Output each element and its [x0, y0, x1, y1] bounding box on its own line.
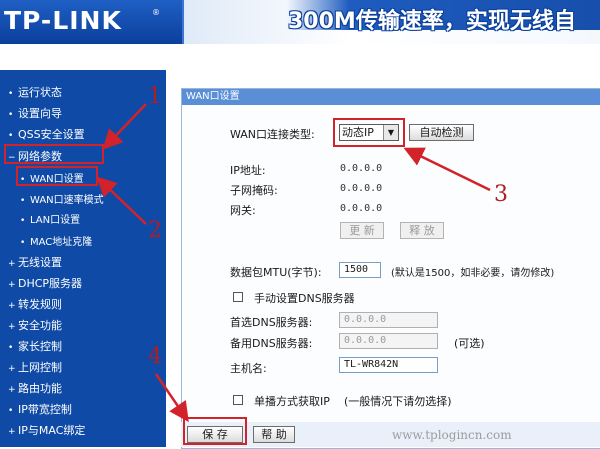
sidebar-item-lan[interactable]: • LAN口设置 [20, 211, 80, 226]
sidebar-item-wireless[interactable]: + 无线设置 [8, 254, 62, 270]
sidebar-item-wizard[interactable]: • 设置向导 [8, 105, 62, 121]
callout-2: 2 [148, 218, 162, 243]
callout-4: 4 [148, 344, 162, 369]
panel-title: WAN口设置 [182, 89, 600, 105]
mask-label: 子网掩码: [230, 184, 278, 197]
unicast-checkbox[interactable] [233, 395, 243, 405]
sidebar-item-security[interactable]: + 安全功能 [8, 317, 62, 333]
mtu-label: 数据包MTU(字节): [230, 266, 322, 279]
slogan-text: 300M传输速率，实现无线自 [288, 9, 576, 34]
primary-dns-label: 首选DNS服务器: [230, 316, 313, 329]
highlight-wan-settings [16, 166, 98, 186]
tp-link-logo: TP-LINK [4, 6, 122, 35]
secondary-dns-label: 备用DNS服务器: [230, 337, 313, 350]
highlight-conn-type [333, 118, 405, 147]
highlight-save-button [183, 417, 247, 445]
hostname-label: 主机名: [230, 362, 267, 375]
mtu-hint: (默认是1500，如非必要，请勿修改) [391, 268, 555, 279]
header-banner: TP-LINK ® 300M传输速率，实现无线自 [0, 0, 600, 44]
sidebar-item-access-control[interactable]: + 上网控制 [8, 359, 62, 375]
gateway-label: 网关: [230, 204, 256, 217]
auto-detect-button[interactable]: 自动检测 [409, 124, 474, 141]
ip-value: 0.0.0.0 [340, 163, 383, 174]
mtu-input[interactable]: 1500 [339, 262, 381, 278]
unicast-hint: (一般情况下请勿选择) [344, 395, 452, 408]
sidebar-item-bandwidth[interactable]: • IP带宽控制 [8, 401, 72, 417]
highlight-network-params [4, 144, 104, 164]
manual-dns-checkbox[interactable] [233, 292, 243, 302]
secondary-dns-input[interactable]: 0.0.0.0 [339, 333, 438, 349]
mask-value: 0.0.0.0 [340, 183, 383, 194]
sidebar-item-qss[interactable]: • QSS安全设置 [8, 126, 85, 142]
site-watermark: www.tplogincn.com [392, 428, 512, 442]
secondary-dns-hint: (可选) [454, 337, 485, 350]
sidebar-item-mac-clone[interactable]: • MAC地址克隆 [20, 233, 92, 248]
sidebar-item-parental[interactable]: • 家长控制 [8, 338, 62, 354]
sidebar-top-gap [0, 44, 166, 70]
sidebar-item-dhcp[interactable]: + DHCP服务器 [8, 275, 82, 291]
help-button[interactable]: 帮 助 [253, 426, 295, 443]
renew-button[interactable]: 更 新 [340, 222, 384, 239]
release-button[interactable]: 释 放 [400, 222, 444, 239]
registered-mark: ® [152, 8, 160, 17]
unicast-label: 单播方式获取IP [254, 395, 330, 408]
manual-dns-label: 手动设置DNS服务器 [254, 292, 355, 305]
sidebar-item-ip-mac-bind[interactable]: + IP与MAC绑定 [8, 422, 85, 438]
hostname-input[interactable]: TL-WR842N [339, 357, 438, 373]
sidebar-item-status[interactable]: • 运行状态 [8, 84, 62, 100]
callout-1: 1 [148, 84, 162, 109]
sidebar-item-wan-speed[interactable]: • WAN口速率模式 [20, 191, 104, 206]
sidebar-item-forwarding[interactable]: + 转发规则 [8, 296, 62, 312]
conn-type-label: WAN口连接类型: [230, 128, 315, 141]
callout-3: 3 [494, 182, 508, 207]
ip-label: IP地址: [230, 164, 266, 177]
gateway-value: 0.0.0.0 [340, 203, 383, 214]
primary-dns-input[interactable]: 0.0.0.0 [339, 312, 438, 328]
sidebar-item-routing[interactable]: + 路由功能 [8, 380, 62, 396]
